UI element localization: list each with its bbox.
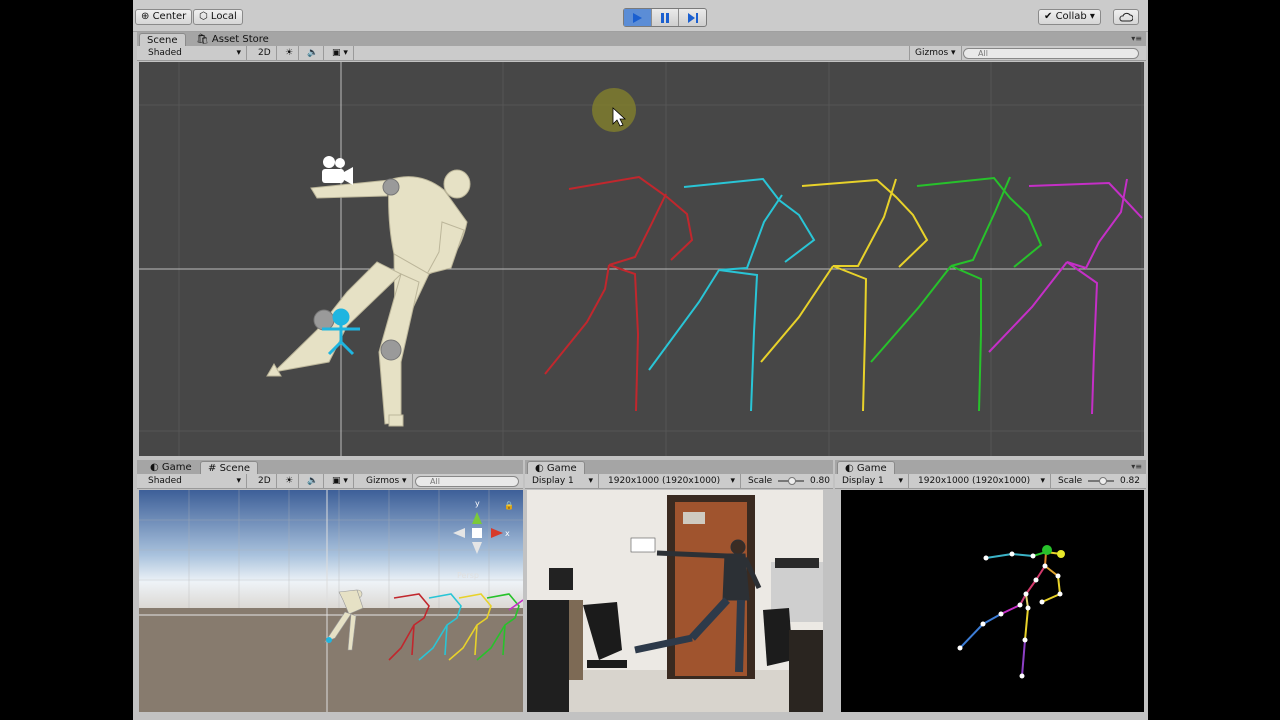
skeleton-yellow (760, 178, 929, 412)
scene-grid (139, 62, 1144, 456)
main-toolbar: ⊕ Center ⬡ Local ✔ Collab ▾ (133, 0, 1148, 32)
head-joint (1042, 545, 1052, 555)
game-view-skeleton-toolbar: Display 1 ▾ 1920x1000 (1920x1000) ▾ Scale … (835, 474, 1146, 489)
effects-dropdown[interactable]: ▣ ▾ (327, 46, 354, 61)
camera-feed-canvas (527, 490, 823, 712)
scene-panel: Scene 🛍 Asset Store ▾≡ Shaded ▾ 2D ☀ 🔈 ▣ … (137, 32, 1146, 458)
speaker-icon: 🔈 (307, 48, 319, 58)
collab-button[interactable]: ✔ Collab ▾ (1038, 9, 1101, 25)
scene-tab-bar: Scene 🛍 Asset Store ▾≡ (137, 32, 1146, 46)
svg-text:x: x (505, 529, 510, 538)
lighting-toggle[interactable]: ☀ (280, 46, 300, 61)
skeleton-magenta (988, 178, 1143, 415)
tab-scene[interactable]: Scene (139, 33, 186, 46)
bottom-scene-tab-bar: ◐ Game # Scene (137, 460, 523, 474)
unity-editor-window: ⊕ Center ⬡ Local ✔ Collab ▾ Scene 🛍 Asse… (133, 0, 1148, 720)
step-button[interactable] (679, 9, 706, 26)
bottom-scene-search-input[interactable]: All (415, 476, 519, 487)
cloud-icon (1119, 12, 1133, 22)
bottom-lighting-toggle[interactable]: ☀ (280, 474, 300, 489)
bottom-skeleton-gizmo-icon (326, 637, 332, 643)
image-icon: ▣ (332, 48, 341, 58)
pivot-local-button[interactable]: ⬡ Local (193, 9, 243, 25)
game-tab-icon: ◐ (535, 463, 544, 474)
game-tab-icon: ◐ (845, 463, 854, 474)
resolution-dropdown-1[interactable]: 1920x1000 (1920x1000) ▾ (603, 474, 741, 489)
bottom-shading-dropdown[interactable]: Shaded ▾ (143, 474, 247, 489)
image-icon: ▣ (332, 476, 341, 486)
skeleton-cyan (648, 177, 816, 412)
speaker-icon: 🔈 (307, 476, 319, 486)
scene-canvas (139, 62, 1144, 456)
skeleton-red (544, 175, 694, 412)
panel-menu-icon-2[interactable]: ▾≡ (1131, 462, 1142, 471)
audio-toggle[interactable]: 🔈 (302, 46, 325, 61)
skeleton-tracking-viewport (841, 490, 1144, 712)
humanoid-avatar[interactable] (266, 169, 471, 427)
tab-game-camera[interactable]: ◐ Game (527, 461, 585, 474)
head-secondary-joint (1057, 550, 1065, 558)
play-icon (633, 12, 643, 23)
game-view-skeleton: ◐ Game ▾≡ Display 1 ▾ 1920x1000 (1920x100… (835, 460, 1146, 712)
game-view-skeleton-tab-bar: ◐ Game ▾≡ (835, 460, 1146, 474)
cloud-button[interactable] (1113, 9, 1139, 25)
game-view-camera: ◐ Game Display 1 ▾ 1920x1000 (1920x1000) ▾… (525, 460, 833, 712)
step-icon (687, 12, 698, 23)
tracked-skeleton (959, 551, 1062, 677)
gizmos-dropdown[interactable]: Gizmos ▾ (909, 46, 962, 61)
bottom-scene-viewport[interactable]: y x Persp 🔒 (139, 490, 523, 712)
bottom-effects-dropdown[interactable]: ▣ ▾ (327, 474, 354, 489)
scene-search-input[interactable]: All (963, 48, 1139, 59)
local-icon: ⬡ (199, 11, 208, 22)
camera-feed-viewport (527, 490, 823, 712)
tracked-joints (957, 551, 1063, 679)
bottom-scene-toolbar: Shaded ▾ 2D ☀ 🔈 ▣ ▾ Gizmos ▾ All (137, 474, 523, 489)
svg-text:y: y (475, 499, 480, 508)
bottom-2d-toggle[interactable]: 2D (253, 474, 277, 489)
check-icon: ✔ (1044, 11, 1053, 22)
bottom-scene-canvas: y x Persp 🔒 (139, 490, 523, 712)
bottom-scene-panel: ◐ Game # Scene Shaded ▾ 2D ☀ 🔈 ▣ ▾ Gizmos… (137, 460, 523, 712)
scale-slider-2[interactable]: Scale 0.82 (1053, 474, 1145, 489)
sun-icon: ☀ (285, 476, 294, 486)
skeleton-tracking-canvas (957, 545, 1065, 679)
display-dropdown-1[interactable]: Display 1 ▾ (527, 474, 599, 489)
sun-icon: ☀ (285, 48, 294, 58)
tab-scene-bottom[interactable]: # Scene (200, 461, 259, 474)
playmode-controls (623, 8, 707, 27)
dropdown-arrow-icon: ▾ (1089, 11, 1095, 22)
pivot-icon: ⊕ (141, 11, 150, 22)
bottom-audio-toggle[interactable]: 🔈 (302, 474, 325, 489)
resolution-dropdown-2[interactable]: 1920x1000 (1920x1000) ▾ (913, 474, 1051, 489)
camera-icon[interactable] (322, 156, 353, 185)
pivot-center-button[interactable]: ⊕ Center (135, 9, 193, 25)
game-tab-icon: ◐ (150, 462, 159, 473)
pause-icon (661, 12, 669, 23)
panel-menu-icon[interactable]: ▾≡ (1131, 34, 1142, 43)
play-button[interactable] (624, 9, 652, 26)
tab-game[interactable]: ◐ Game (143, 461, 199, 474)
scene-viewport[interactable] (139, 62, 1144, 456)
scene-toolbar: Shaded ▾ 2D ☀ 🔈 ▣ ▾ Gizmos ▾ All (137, 46, 1146, 61)
game-view-camera-tab-bar: ◐ Game (525, 460, 833, 474)
display-dropdown-2[interactable]: Display 1 ▾ (837, 474, 909, 489)
pause-button[interactable] (652, 9, 680, 26)
tab-game-skeleton[interactable]: ◐ Game (837, 461, 895, 474)
game-view-camera-toolbar: Display 1 ▾ 1920x1000 (1920x1000) ▾ Scale … (525, 474, 833, 489)
scene-tab-icon: # (208, 463, 217, 474)
bottom-gizmos-dropdown[interactable]: Gizmos ▾ (361, 474, 413, 489)
lock-icon[interactable]: 🔒 (504, 501, 514, 510)
svg-text:Persp: Persp (457, 571, 479, 580)
asset-store-icon: 🛍 (196, 34, 209, 45)
shading-mode-dropdown[interactable]: Shaded ▾ (143, 46, 247, 61)
tab-asset-store[interactable]: 🛍 Asset Store (189, 33, 276, 46)
scale-slider-1[interactable]: Scale 0.80 (743, 474, 835, 489)
2d-toggle[interactable]: 2D (253, 46, 277, 61)
skeleton-green (870, 176, 1043, 412)
